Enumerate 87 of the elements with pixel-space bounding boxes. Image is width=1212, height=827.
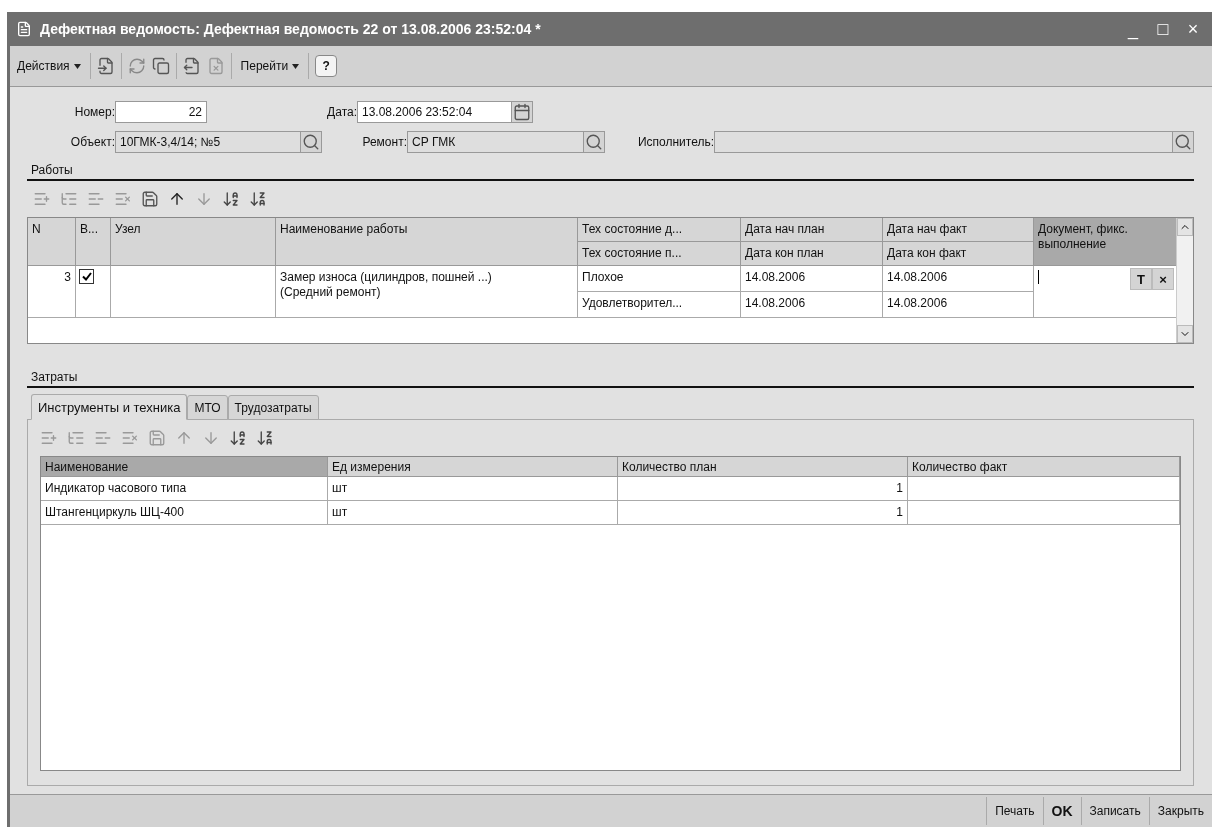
footer-button[interactable]: Закрыть bbox=[1148, 797, 1212, 825]
table-cell: Плохое bbox=[578, 266, 741, 292]
table-cell: шт bbox=[328, 501, 618, 525]
list-tree-icon[interactable] bbox=[67, 429, 85, 447]
table-cell: Штангенциркуль ШЦ-400 bbox=[41, 501, 328, 525]
table-cell: 1 bbox=[618, 501, 908, 525]
table-cell: Замер износа (цилиндров, пошней ...) (Средний ремонт) bbox=[276, 266, 578, 318]
field-label: Объект: bbox=[69, 135, 115, 149]
scrollbar[interactable] bbox=[1176, 218, 1193, 343]
window-title: Дефектная ведомость: Дефектная ведомость 22 от 13.08.2006 23:52:04 * bbox=[40, 21, 542, 37]
table-cell: 14.08.2006 bbox=[883, 266, 1034, 292]
field-label: Ремонт: bbox=[361, 135, 407, 149]
column-header[interactable]: Наименование работы bbox=[276, 218, 578, 266]
check-icon bbox=[81, 272, 92, 281]
sort-descending-icon[interactable] bbox=[249, 190, 267, 208]
table-cell: 14.08.2006 bbox=[883, 292, 1034, 318]
close-button[interactable]: × bbox=[1182, 18, 1204, 40]
arrow-down-icon[interactable] bbox=[202, 429, 220, 447]
table-cell: шт bbox=[328, 477, 618, 501]
footer-button[interactable]: OK bbox=[1042, 797, 1081, 825]
file-arrow-icon[interactable] bbox=[96, 57, 115, 75]
executor-field[interactable] bbox=[714, 131, 1194, 153]
column-header[interactable]: Дата нач факт bbox=[883, 218, 1034, 242]
list-plus-icon[interactable] bbox=[33, 190, 51, 208]
checkbox[interactable] bbox=[79, 269, 94, 284]
footer-button[interactable]: Печать bbox=[986, 797, 1043, 825]
sort-ascending-icon[interactable] bbox=[229, 429, 247, 447]
column-header[interactable]: Дата кон план bbox=[741, 242, 883, 266]
field-label: Исполнитель: bbox=[636, 135, 714, 149]
arrow-down-icon[interactable] bbox=[195, 190, 213, 208]
actions-menu[interactable]: Действия bbox=[14, 56, 84, 76]
section-title: Работы bbox=[31, 163, 73, 177]
tab[interactable]: МТО bbox=[187, 395, 228, 420]
text-type-button[interactable]: T bbox=[1130, 268, 1152, 290]
table-cell: 1 bbox=[618, 477, 908, 501]
list-x-icon[interactable] bbox=[121, 429, 139, 447]
clear-button[interactable]: × bbox=[1152, 268, 1174, 290]
sort-ascending-icon[interactable] bbox=[222, 190, 240, 208]
list-minus-icon[interactable] bbox=[87, 190, 105, 208]
sort-descending-icon[interactable] bbox=[256, 429, 274, 447]
column-header[interactable]: Дата нач план bbox=[741, 218, 883, 242]
list-plus-icon[interactable] bbox=[40, 429, 58, 447]
table-cell: Удовлетворител... bbox=[578, 292, 741, 318]
document-icon bbox=[16, 21, 32, 37]
column-header[interactable]: Количество план bbox=[618, 457, 908, 477]
search-icon[interactable] bbox=[1174, 133, 1192, 151]
object-field[interactable]: 10ГМК-3,4/14; №5 bbox=[115, 131, 322, 153]
file-x-icon[interactable] bbox=[206, 57, 225, 75]
column-header[interactable]: N bbox=[28, 218, 76, 266]
caret-icon bbox=[292, 63, 300, 69]
column-header[interactable]: Тех состояние д... bbox=[578, 218, 741, 242]
field-label: Дата: bbox=[326, 105, 357, 119]
tab[interactable]: Инструменты и техника bbox=[31, 394, 188, 420]
calendar-icon[interactable] bbox=[513, 103, 531, 121]
column-header[interactable]: Документ, фикс. выполнение bbox=[1034, 218, 1176, 266]
refresh-icon[interactable] bbox=[127, 57, 146, 75]
column-header[interactable]: Дата кон факт bbox=[883, 242, 1034, 266]
file-export-icon[interactable] bbox=[182, 57, 201, 75]
field-label: Номер: bbox=[73, 105, 115, 119]
save-icon[interactable] bbox=[141, 190, 159, 208]
help-button[interactable]: ? bbox=[315, 55, 338, 77]
caret-icon bbox=[73, 63, 81, 69]
column-header[interactable]: Наименование bbox=[41, 457, 328, 477]
section-title: Затраты bbox=[31, 370, 78, 384]
goto-menu[interactable]: Перейти bbox=[237, 56, 303, 76]
number-field[interactable]: 22 bbox=[115, 101, 207, 123]
copy-icon[interactable] bbox=[151, 57, 170, 75]
table-cell: Индикатор часового типа bbox=[41, 477, 328, 501]
tab[interactable]: Трудозатраты bbox=[227, 395, 319, 420]
footer-button[interactable]: Записать bbox=[1080, 797, 1149, 825]
table-cell: 14.08.2006 bbox=[741, 266, 883, 292]
table-cell: 3 bbox=[28, 266, 76, 318]
date-field[interactable]: 13.08.2006 23:52:04 bbox=[357, 101, 533, 123]
table-cell: 14.08.2006 bbox=[741, 292, 883, 318]
column-header[interactable]: Количество факт bbox=[908, 457, 1180, 477]
search-icon[interactable] bbox=[585, 133, 603, 151]
search-icon[interactable] bbox=[302, 133, 320, 151]
column-header[interactable]: Узел bbox=[111, 218, 276, 266]
list-minus-icon[interactable] bbox=[94, 429, 112, 447]
column-header[interactable]: Тех состояние п... bbox=[578, 242, 741, 266]
column-header[interactable]: Ед измерения bbox=[328, 457, 618, 477]
maximize-button[interactable]: □ bbox=[1152, 18, 1174, 40]
minimize-button[interactable]: _ bbox=[1122, 18, 1144, 40]
column-header[interactable]: В... bbox=[76, 218, 111, 266]
repair-field[interactable]: СР ГМК bbox=[407, 131, 605, 153]
list-tree-icon[interactable] bbox=[60, 190, 78, 208]
list-x-icon[interactable] bbox=[114, 190, 132, 208]
